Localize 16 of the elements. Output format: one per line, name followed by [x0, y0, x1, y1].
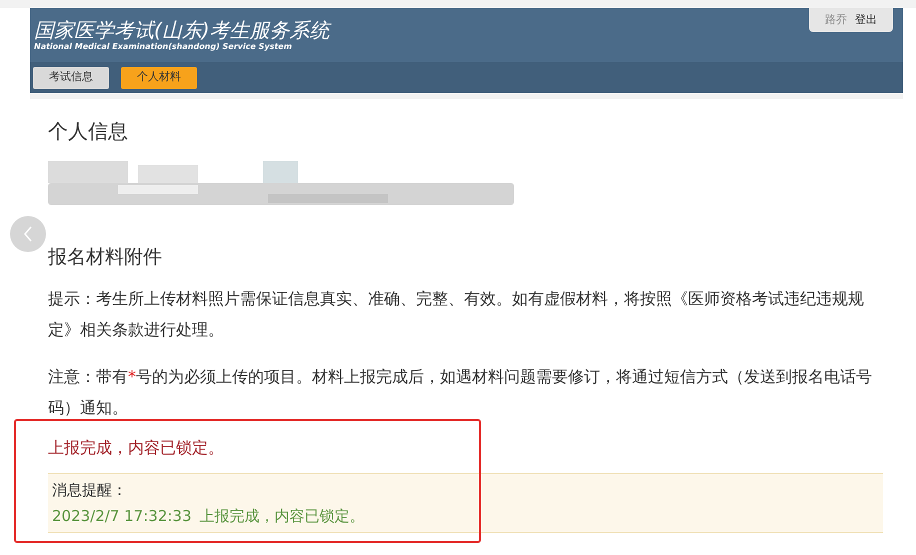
- tip-paragraph: 提示：考生所上传材料照片需保证信息真实、准确、完整、有效。如有虚假材料，将按照《医师资格考试违纪违规规定》相关条款进行处理。: [48, 288, 865, 341]
- status-message: 上报完成，内容已锁定。: [48, 437, 225, 459]
- section-heading: 报名材料附件: [48, 245, 163, 270]
- back-button[interactable]: [10, 216, 46, 252]
- system-subtitle: National Medical Examination(shandong) Service System: [34, 42, 292, 52]
- section-heading: 个人信息: [48, 118, 129, 145]
- user-name: 路乔: [825, 12, 847, 28]
- logout-link[interactable]: 登出: [855, 12, 877, 28]
- nav-tab[interactable]: 考试信息: [33, 66, 109, 88]
- message-label: 消息提醒：: [52, 480, 128, 501]
- message-text: 上报完成，内容已锁定。: [200, 506, 365, 527]
- note-paragraph: 注意：带有*号的为必须上传的项目。材料上报完成后，如遇材料问题需要修订，将通过短信方式（发送到报名电话号码）通知。: [48, 366, 873, 419]
- message-time: 2023/2/7 17:32:33: [52, 506, 192, 527]
- system-title: 国家医学考试(山东)考生服务系统: [34, 18, 330, 42]
- chevron-left-icon: [23, 226, 33, 242]
- nav-tab[interactable]: 个人材料: [121, 66, 197, 88]
